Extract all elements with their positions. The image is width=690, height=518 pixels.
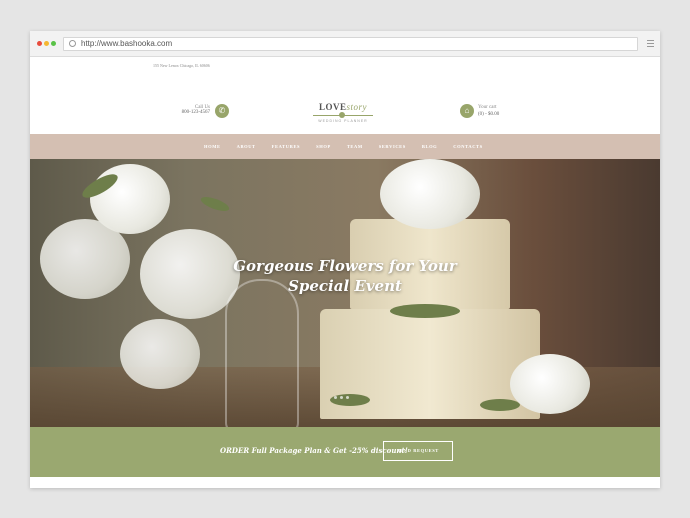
logo-italic: story — [346, 102, 367, 112]
nav-item-home[interactable]: HOME — [204, 144, 221, 149]
site-header: Call Us 800-123-4567 ✆ LOVEstory WEDDING… — [30, 69, 660, 135]
hero-leaf — [480, 399, 520, 411]
slider-pagination — [334, 396, 352, 399]
shopping-bag-icon: ⌂ — [460, 104, 474, 118]
cart-label: Your cart — [478, 105, 497, 110]
address-line: 155 New Lenox Chicago, IL 60606 — [153, 63, 210, 68]
call-us-block: Call Us 800-123-4567 — [180, 105, 210, 115]
slider-dot[interactable] — [340, 396, 343, 399]
browser-window: http://www.bashooka.com 155 New Lenox Ch… — [30, 31, 660, 488]
hero-headline-line2: Special Event — [288, 277, 402, 295]
slider-dot[interactable] — [334, 396, 337, 399]
page-bottom — [30, 477, 660, 488]
hero-cake-flower — [510, 354, 590, 414]
nav-item-team[interactable]: TEAM — [347, 144, 363, 149]
hamburger-menu-icon[interactable] — [647, 40, 654, 49]
web-page: 155 New Lenox Chicago, IL 60606 Call Us … — [30, 57, 660, 488]
cart-value: (0) - $0.00 — [478, 112, 500, 117]
nav-item-services[interactable]: SERVICES — [379, 144, 406, 149]
nav-item-contacts[interactable]: CONTACTS — [453, 144, 482, 149]
hero-leaf — [199, 194, 231, 214]
browser-toolbar: http://www.bashooka.com — [30, 31, 660, 57]
logo-tagline: WEDDING PLANNER — [318, 119, 368, 123]
hero-flower — [120, 319, 200, 389]
hero-headline-line1: Gorgeous Flowers for Your — [233, 257, 457, 275]
hero-cake-flower — [380, 159, 480, 229]
close-window-dot[interactable] — [37, 41, 42, 46]
maximize-window-dot[interactable] — [51, 41, 56, 46]
nav-item-features[interactable]: FEATURES — [272, 144, 300, 149]
phone-number[interactable]: 800-123-4567 — [180, 110, 210, 115]
url-text: http://www.bashooka.com — [81, 39, 173, 48]
slider-dot[interactable] — [346, 396, 349, 399]
nav-item-blog[interactable]: BLOG — [422, 144, 437, 149]
nav-item-shop[interactable]: SHOP — [316, 144, 331, 149]
hero-headline: Gorgeous Flowers for Your Special Event — [30, 256, 660, 296]
logo-bold: LOVE — [318, 102, 347, 112]
minimize-window-dot[interactable] — [44, 41, 49, 46]
promo-banner: ORDER Full Package Plan & Get -25% disco… — [30, 427, 660, 477]
nav-item-about[interactable]: ABOUT — [237, 144, 256, 149]
promo-text: ORDER Full Package Plan & Get -25% disco… — [220, 446, 408, 455]
site-logo[interactable]: LOVEstory WEDDING PLANNER — [308, 102, 378, 123]
search-icon — [69, 40, 76, 47]
send-request-button[interactable]: SEND REQUEST — [383, 441, 453, 461]
logo-ornament — [308, 112, 378, 118]
phone-icon[interactable]: ✆ — [215, 104, 229, 118]
main-nav: HOME ABOUT FEATURES SHOP TEAM SERVICES B… — [30, 134, 660, 159]
address-bar[interactable]: http://www.bashooka.com — [63, 37, 638, 51]
hero-leaf — [390, 304, 460, 318]
hero-slider: Gorgeous Flowers for Your Special Event — [30, 159, 660, 427]
hero-wine-glass — [225, 279, 299, 427]
